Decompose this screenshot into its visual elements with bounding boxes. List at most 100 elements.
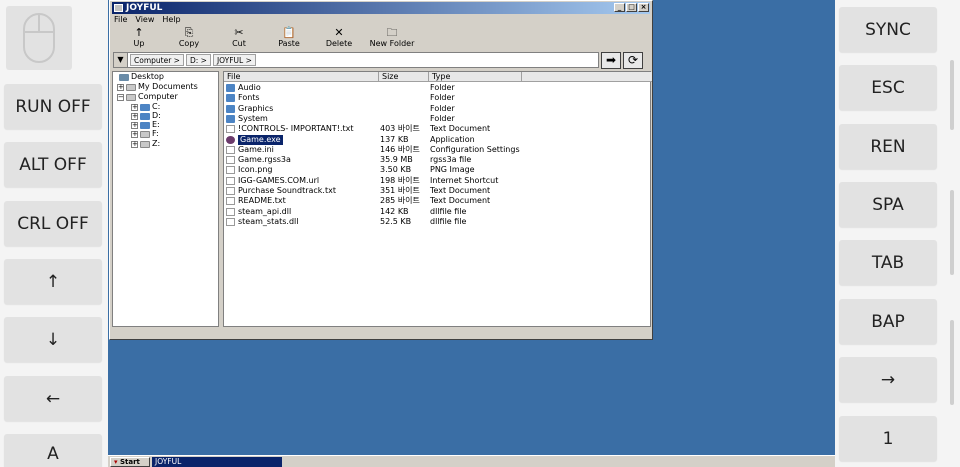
taskbar: ▾ Start JOYFUL [108,455,835,467]
key-a-button[interactable]: A [4,434,102,467]
expand-icon[interactable]: + [117,83,124,91]
delete-button[interactable]: ✕ Delete [314,27,364,49]
folder-icon [226,104,235,113]
file-name: Graphics [238,103,274,113]
alt-toggle-button[interactable]: ALT OFF [4,142,102,187]
address-bar[interactable]: ▼ Computer > D: > JOYFUL > [113,52,599,68]
file-row[interactable]: IGG-GAMES.COM.url 198 바이트 Internet Shortcu… [226,176,550,186]
run-toggle-button[interactable]: RUN OFF [4,84,102,129]
ren-button[interactable]: REN [839,124,937,169]
up-arrow-icon: ↑ [134,26,144,39]
file-list: File Size Type Audio Folder Fonts Folder Gra… [223,71,652,327]
menu-file[interactable]: File [114,15,127,26]
file-size: 52.5 KB [380,216,412,226]
file-type: Text Document [430,186,491,195]
window-titlebar[interactable]: JOYFUL _ □ × [112,2,650,14]
bap-button[interactable]: BAP [839,299,937,344]
file-size [380,114,430,124]
expand-icon[interactable]: + [131,140,138,148]
document-icon [226,156,235,165]
file-row[interactable]: steam_api.dll 142 KB dllfile file [226,207,550,217]
cut-label: Cut [232,39,246,48]
clipboard-icon: 📋 [282,26,296,39]
tree-item-my-documents[interactable]: + My Documents [117,82,198,92]
right-panel-scrollbar[interactable] [950,320,954,405]
left-control-panel: RUN OFF ALT OFF CRL OFF ↑ ↓ ← A [0,0,108,467]
file-row[interactable]: !CONTROLS- IMPORTANT!.txt 403 바이트 Text Doc… [226,124,550,134]
expand-icon[interactable]: + [131,130,138,138]
menu-view[interactable]: View [135,15,154,26]
copy-label: Copy [178,39,200,48]
document-icon [226,145,235,154]
file-row[interactable]: Graphics Folder [226,104,550,114]
arrow-right-button[interactable]: → [839,357,937,402]
arrow-left-button[interactable]: ← [4,376,102,421]
tree-item-f-drive[interactable]: + F: [131,129,159,139]
spa-button[interactable]: SPA [839,182,937,227]
tab-button[interactable]: TAB [839,240,937,285]
file-row[interactable]: System Folder [226,114,550,124]
taskbar-item-joyful[interactable]: JOYFUL [152,457,282,467]
document-icon [226,125,235,134]
sync-button[interactable]: SYNC [839,7,937,52]
column-header-size[interactable]: Size [379,72,429,82]
up-button[interactable]: ↑ Up [114,27,164,49]
esc-button[interactable]: ESC [839,65,937,110]
file-row[interactable]: steam_stats.dll 52.5 KB dllfile file [226,217,550,227]
tree-item-computer[interactable]: − Computer [117,92,178,102]
application-icon [226,135,235,144]
expand-icon[interactable]: + [131,112,138,120]
cut-button[interactable]: ✂ Cut [214,27,264,49]
file-row[interactable]: Purchase Soundtrack.txt 351 바이트 Text Docum… [226,186,550,196]
tree-item-desktop[interactable]: Desktop [119,72,164,82]
file-name: Audio [238,83,261,92]
menu-help[interactable]: Help [162,15,180,26]
start-button[interactable]: ▾ Start [110,457,150,467]
right-panel-scrollbar[interactable] [950,60,954,130]
file-size: 351 바이트 [380,186,420,195]
new-folder-button[interactable]: 🗀 New Folder [364,27,420,49]
file-name-cell: Graphics [226,104,380,114]
minimize-button[interactable]: _ [614,3,625,12]
column-header-spacer [522,72,652,82]
tree-item-z-drive[interactable]: + Z: [131,139,160,149]
file-size: 3.50 KB [380,165,412,175]
start-icon: ▾ [114,458,118,466]
folder-icon [140,112,150,120]
breadcrumb-computer[interactable]: Computer > [130,54,184,66]
file-row[interactable]: Game.rgss3a 35.9 MB rgss3a file [226,155,550,165]
collapse-icon[interactable]: − [117,93,124,101]
copy-button[interactable]: ⎘ Copy [164,27,214,49]
column-header-file[interactable]: File [224,72,379,82]
expand-icon[interactable]: + [131,103,138,111]
go-arrow-icon[interactable]: ➡ [601,52,621,69]
file-name: Icon.png [238,165,273,175]
file-type: Text Document [430,196,491,206]
breadcrumb-joyful[interactable]: JOYFUL > [212,54,256,66]
file-row[interactable]: Game.ini 146 바이트 Configuration Settings [226,145,550,155]
arrow-up-button[interactable]: ↑ [4,259,102,304]
ctrl-toggle-button[interactable]: CRL OFF [4,201,102,246]
column-header-type[interactable]: Type [429,72,522,82]
breadcrumb-d-drive[interactable]: D: > [185,54,211,66]
file-type: Folder [430,103,455,113]
refresh-icon[interactable]: ⟳ [623,52,643,69]
file-name-cell: Purchase Soundtrack.txt [226,186,380,196]
maximize-button[interactable]: □ [626,3,637,12]
key-1-button[interactable]: 1 [839,416,937,461]
right-panel-scrollbar[interactable] [950,190,954,275]
file-row[interactable]: Icon.png 3.50 KB PNG Image [226,165,550,175]
mouse-toggle-button[interactable] [6,6,72,70]
file-row[interactable]: Audio Folder [226,83,550,93]
file-row[interactable]: Game.exe 137 KB Application [226,134,550,145]
menu-bar: File View Help [114,15,181,26]
file-name-cell: Audio [226,83,380,93]
file-row[interactable]: Fonts Folder [226,93,550,103]
file-row[interactable]: README.txt 285 바이트 Text Document [226,196,550,206]
expand-icon[interactable]: + [131,121,138,129]
file-type: Folder [430,83,455,92]
close-button[interactable]: × [638,3,649,12]
address-dropdown-icon[interactable]: ▼ [114,53,128,67]
paste-button[interactable]: 📋 Paste [264,27,314,49]
arrow-down-button[interactable]: ↓ [4,317,102,362]
